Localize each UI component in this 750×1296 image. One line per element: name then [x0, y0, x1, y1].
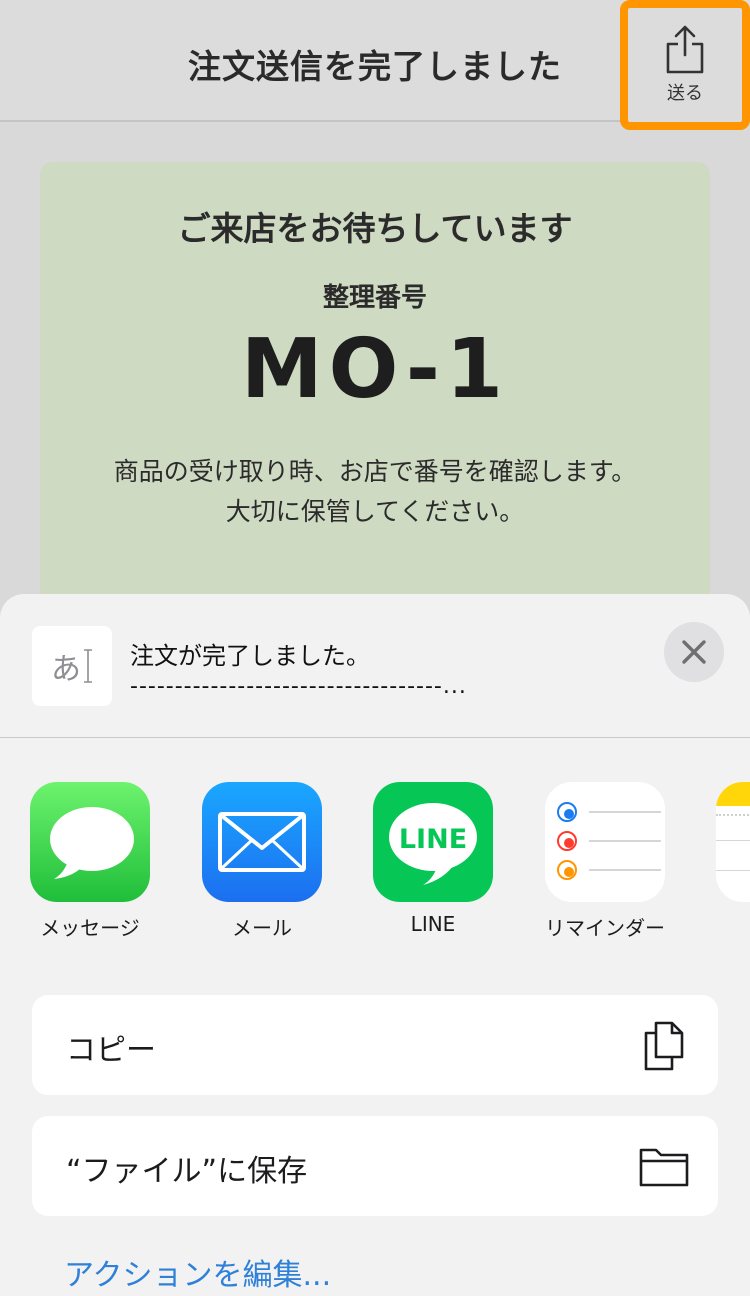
preview-title: 注文が完了しました。 — [130, 642, 370, 670]
app-share-row[interactable]: メッセージ メール LINE LINE リマインダー — [0, 782, 750, 942]
share-sheet: あ 注文が完了しました。 ---------------------------… — [0, 594, 750, 1296]
close-icon — [682, 640, 706, 664]
divider — [0, 737, 750, 738]
order-number: MO-1 — [241, 322, 509, 417]
card-heading: ご来店をお待ちしています — [177, 209, 573, 248]
reminders-icon — [545, 782, 665, 902]
app-label: リマインダー — [545, 916, 665, 940]
app-label: メッセージ — [40, 916, 140, 940]
text-cursor-icon — [84, 649, 92, 683]
copy-label: コピー — [66, 1033, 156, 1068]
order-number-label: 整理番号 — [322, 283, 427, 313]
navigation-bar: 注文送信を完了しました 送る — [0, 0, 750, 130]
app-reminders[interactable]: リマインダー — [535, 782, 675, 941]
save-to-files-label: “ファイル”に保存 — [66, 1154, 308, 1189]
notes-icon — [716, 782, 750, 902]
app-label: LINE — [410, 912, 456, 936]
app-notes[interactable] — [716, 782, 750, 902]
app-mail[interactable]: メール — [192, 782, 332, 941]
preview-thumb-text: あ — [51, 652, 81, 687]
line-icon-text: LINE — [399, 824, 467, 855]
text-document-icon: あ — [32, 626, 112, 706]
card-note-line-2: 大切に保管してください。 — [225, 497, 525, 526]
close-button[interactable] — [664, 622, 724, 682]
card-note-line-1: 商品の受け取り時、お店で番号を確認します。 — [113, 457, 637, 486]
share-icon — [666, 25, 704, 74]
share-button[interactable]: 送る — [620, 0, 750, 130]
order-number-card: ご来店をお待ちしています 整理番号 MO-1 商品の受け取り時、お店で番号を確認… — [40, 162, 710, 622]
app-messages[interactable]: メッセージ — [20, 782, 160, 941]
mail-icon — [202, 782, 322, 902]
card-note: 商品の受け取り時、お店で番号を確認します。 大切に保管してください。 — [40, 452, 710, 532]
line-icon: LINE — [373, 782, 493, 902]
edit-actions-link[interactable]: アクションを編集... — [64, 1250, 331, 1294]
preview-subtitle: -----------------------------------... — [130, 674, 467, 699]
app-label: メール — [232, 916, 292, 940]
save-to-files-action[interactable]: “ファイル”に保存 — [32, 1116, 718, 1216]
copy-icon — [644, 1021, 684, 1071]
copy-action[interactable]: コピー — [32, 995, 718, 1095]
app-line[interactable]: LINE LINE — [363, 782, 503, 936]
share-button-label: 送る — [667, 83, 703, 104]
messages-icon — [30, 782, 150, 902]
folder-icon — [639, 1148, 689, 1187]
